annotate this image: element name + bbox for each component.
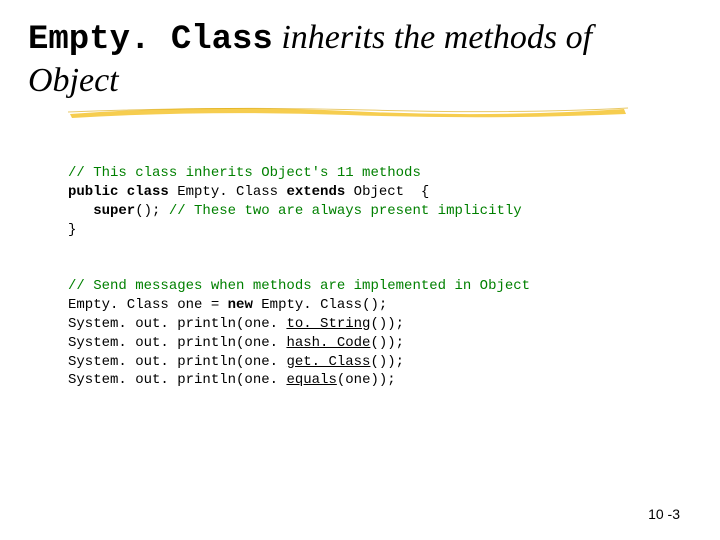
slide-title: Empty. Class inherits the methods of Obj… <box>28 18 692 102</box>
underlined-method: hash. Code <box>286 335 370 351</box>
code-text: System. out. println(one. <box>68 372 286 388</box>
code-block-2: // Send messages when methods are implem… <box>68 258 692 390</box>
code-text: System. out. println(one. <box>68 335 286 351</box>
title-object: Object <box>28 62 119 99</box>
underlined-method: equals <box>286 372 336 388</box>
code-text: Object { <box>345 184 429 200</box>
spacer <box>28 240 692 258</box>
code-text: } <box>68 222 76 238</box>
page-number: 10 -3 <box>648 506 680 522</box>
underlined-method: to. String <box>286 316 370 332</box>
brush-underline-icon <box>68 104 628 120</box>
comment-line: // This class inherits Object's 11 metho… <box>68 165 421 181</box>
code-text: System. out. println(one. <box>68 316 286 332</box>
code-block-1: // This class inherits Object's 11 metho… <box>68 146 692 240</box>
code-text: (); <box>135 203 169 219</box>
keyword: new <box>228 297 253 313</box>
comment-line: // These two are always present implicit… <box>169 203 522 219</box>
title-line-1: Empty. Class inherits the methods of <box>28 18 692 61</box>
code-text: System. out. println(one. <box>68 354 286 370</box>
title-text-1: inherits the methods of <box>273 19 592 56</box>
code-text: Empty. Class <box>169 184 287 200</box>
underlined-method: get. Class <box>286 354 370 370</box>
title-line-2: Object <box>28 61 692 102</box>
code-text: Empty. Class(); <box>253 297 387 313</box>
comment-line: // Send messages when methods are implem… <box>68 278 530 294</box>
code-text: ()); <box>370 354 404 370</box>
code-text: ()); <box>370 335 404 351</box>
keyword: super <box>68 203 135 219</box>
title-classname: Empty. Class <box>28 21 273 59</box>
keyword: public class <box>68 184 169 200</box>
code-text: ()); <box>370 316 404 332</box>
code-text: (one)); <box>337 372 396 388</box>
code-text: Empty. Class one = <box>68 297 228 313</box>
keyword: extends <box>286 184 345 200</box>
